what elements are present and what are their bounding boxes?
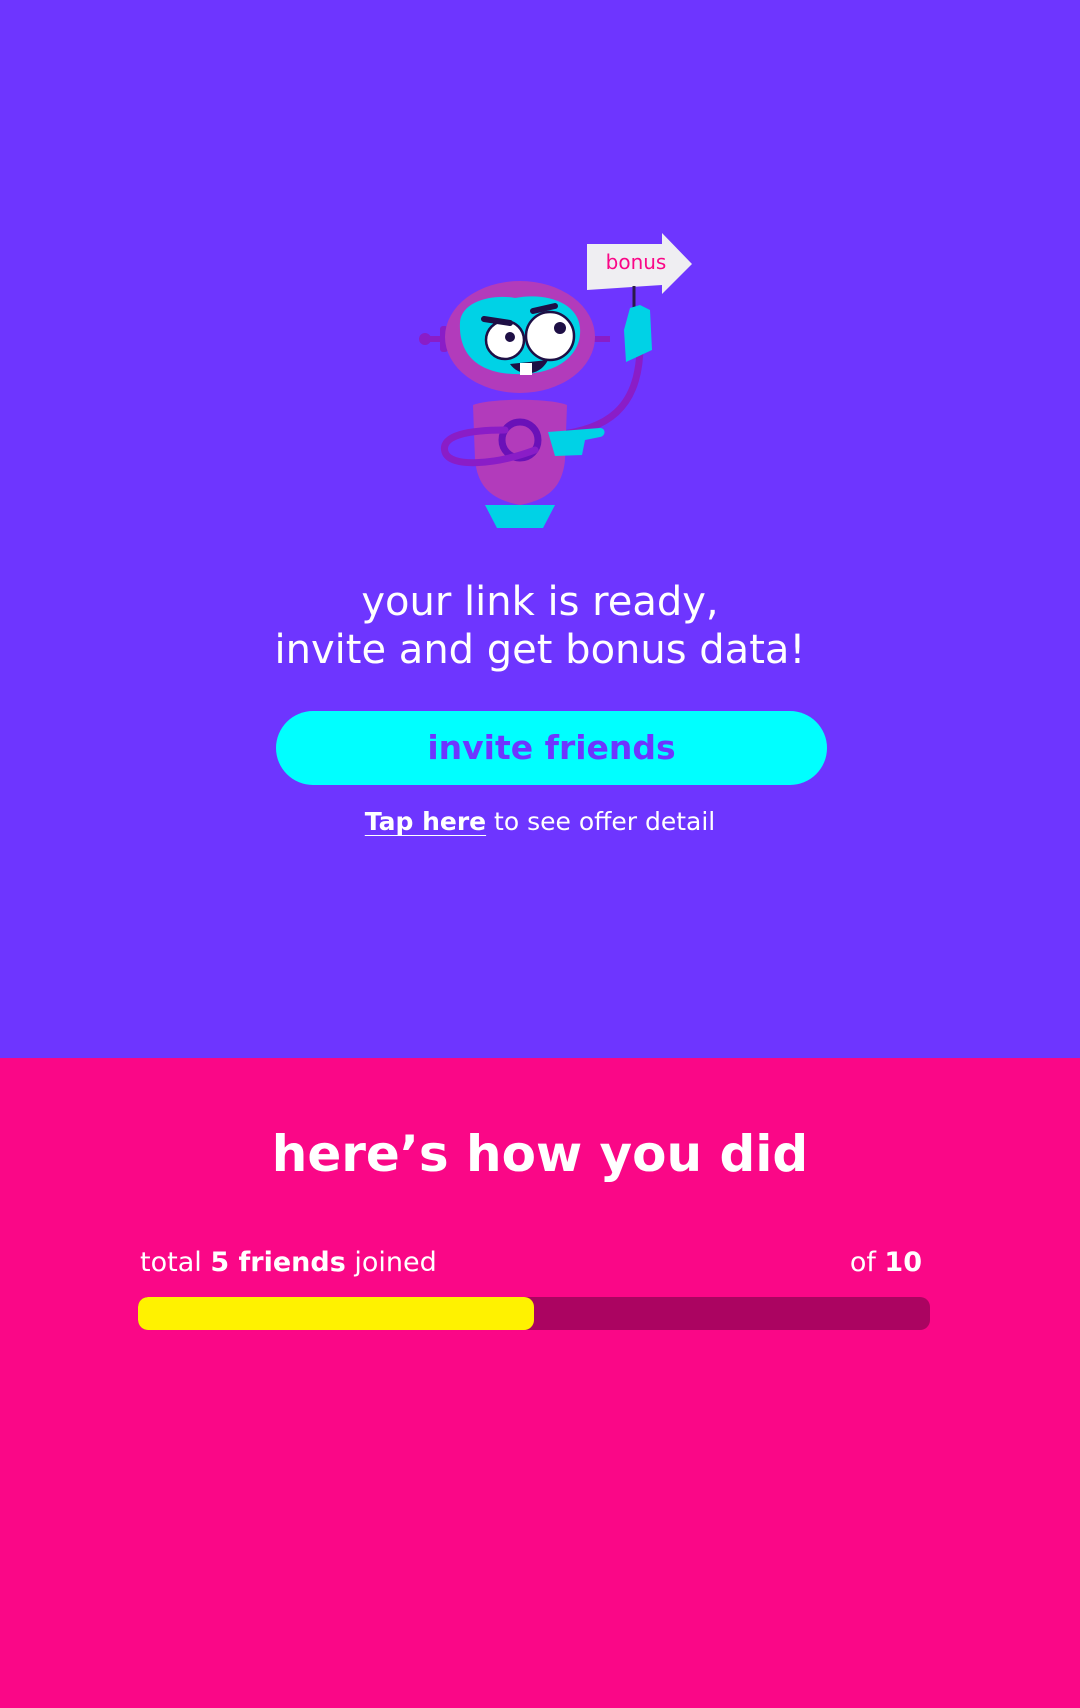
robot-mascot-icon: bonus bbox=[419, 233, 692, 528]
offer-detail-line: Tap here to see offer detail bbox=[0, 804, 1080, 840]
invite-friends-button[interactable]: invite friends bbox=[276, 711, 827, 785]
friends-progress-bar bbox=[138, 1297, 930, 1330]
offer-detail-text: to see offer detail bbox=[486, 807, 716, 836]
invite-hero-section: bonus your link is ready, invite and get… bbox=[0, 0, 1080, 1058]
tap-here-link[interactable]: Tap here bbox=[365, 807, 486, 836]
joined-suffix: joined bbox=[345, 1247, 437, 1278]
results-title: here’s how you did bbox=[271, 1125, 809, 1183]
friends-progress-fill bbox=[138, 1297, 534, 1330]
total-prefix: total bbox=[140, 1247, 211, 1278]
of-prefix: of bbox=[849, 1247, 885, 1278]
goal-count: 10 bbox=[884, 1247, 922, 1278]
invite-headline: your link is ready, invite and get bonus… bbox=[0, 578, 1080, 674]
headline-line-1: your link is ready, bbox=[361, 579, 719, 625]
friends-joined-count: 5 friends bbox=[210, 1247, 346, 1278]
goal-label: of 10 bbox=[850, 1245, 922, 1281]
headline-line-2: invite and get bonus data! bbox=[274, 627, 806, 673]
friends-joined-label: total 5 friends joined bbox=[140, 1245, 437, 1281]
bonus-sign-label: bonus bbox=[606, 250, 667, 274]
